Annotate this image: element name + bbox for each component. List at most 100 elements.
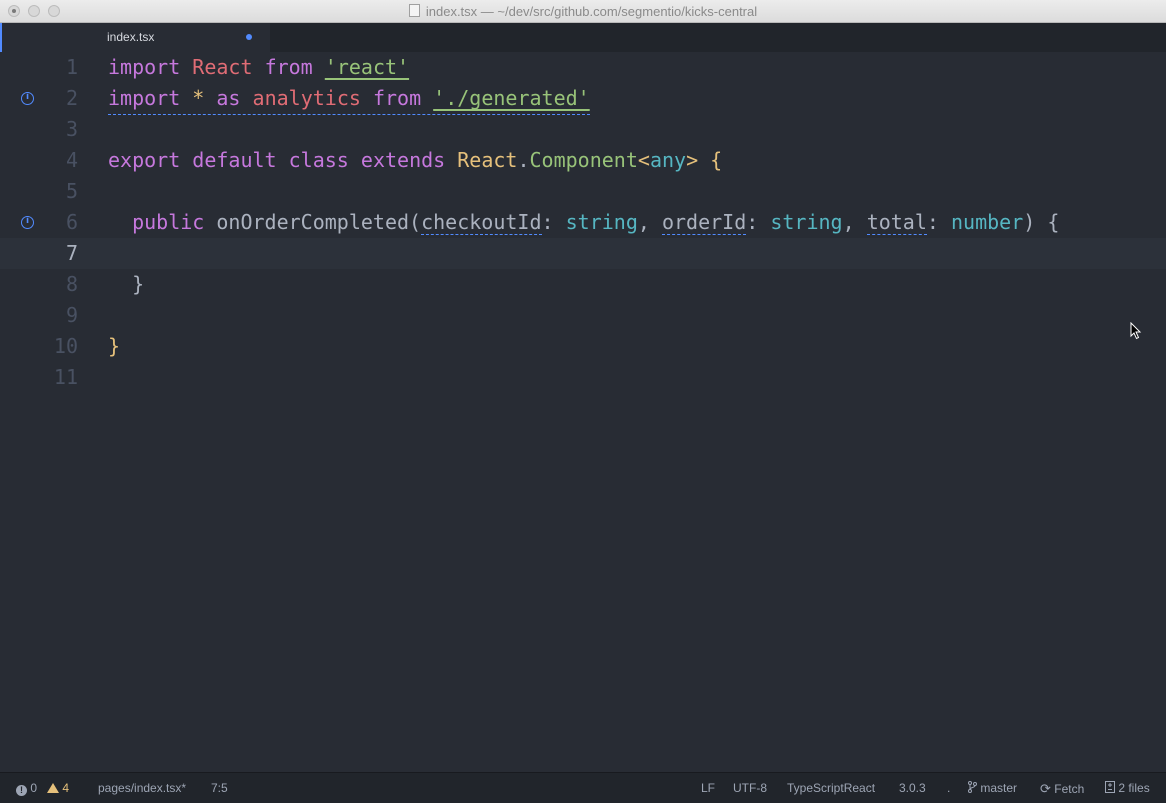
encoding[interactable]: UTF-8	[733, 781, 767, 795]
error-count: 0	[30, 781, 38, 795]
fetch-button[interactable]: ⟳ Fetch	[1040, 781, 1084, 797]
window-title: index.tsx — ~/dev/src/github.com/segment…	[0, 4, 1166, 19]
keyword: as	[216, 86, 241, 110]
git-branch[interactable]: master	[968, 781, 1017, 795]
punctuation: (	[409, 210, 422, 234]
sync-icon: ⟳	[1040, 781, 1051, 796]
parameter: checkoutId	[421, 210, 542, 235]
error-icon: !	[16, 785, 27, 796]
keyword: export	[108, 148, 181, 172]
code-text[interactable]: import * as analytics from './generated'	[108, 83, 590, 115]
document-icon	[408, 4, 420, 17]
keyword: public	[132, 210, 205, 234]
grammar-selector[interactable]: TypeScriptReact	[787, 781, 875, 795]
code-text[interactable]: public onOrderCompleted(checkoutId: stri…	[108, 207, 1059, 238]
window-title-text: index.tsx — ~/dev/src/github.com/segment…	[425, 4, 758, 19]
fetch-label: Fetch	[1054, 782, 1085, 796]
code-text[interactable]: }	[108, 331, 120, 362]
keyword: import	[108, 86, 181, 110]
code-line-4[interactable]: 4 export default class extends React.Com…	[0, 145, 1166, 176]
code-editor[interactable]: 1 import React from 'react' 2 import * a…	[0, 52, 1166, 772]
punctuation: )	[1023, 210, 1036, 234]
code-line-11[interactable]: 11	[0, 362, 1166, 393]
cursor-position[interactable]: 7:5	[211, 781, 228, 795]
changed-files-count: 2 files	[1118, 781, 1150, 795]
line-ending[interactable]: LF	[701, 781, 715, 795]
code-line-9[interactable]: 9	[0, 300, 1166, 331]
keyword: default	[192, 148, 277, 172]
code-text[interactable]: }	[108, 269, 144, 300]
code-line-3[interactable]: 3	[0, 114, 1166, 145]
code-line-2[interactable]: 2 import * as analytics from './generate…	[0, 83, 1166, 115]
line-number: 5	[65, 179, 78, 203]
punctuation: :	[746, 210, 759, 234]
code-line-5[interactable]: 5	[0, 176, 1166, 207]
keyword: from	[264, 55, 313, 79]
active-tab-indicator	[0, 23, 2, 52]
type-name: any	[649, 148, 687, 172]
tab-index-tsx[interactable]: index.tsx	[0, 23, 270, 52]
line-number: 2	[65, 86, 78, 110]
line-number: 7	[65, 241, 78, 265]
parameter: orderId	[661, 210, 747, 235]
function-name: onOrderCompleted	[216, 210, 410, 234]
keyword: class	[288, 148, 349, 172]
line-number: 6	[65, 210, 78, 234]
punctuation: ,	[637, 210, 650, 234]
brace: {	[710, 148, 723, 172]
type-name: number	[951, 210, 1024, 234]
line-number: 10	[53, 334, 78, 358]
line-number: 3	[65, 117, 78, 141]
punctuation: .	[517, 148, 530, 172]
file-path[interactable]: pages/index.tsx*	[98, 781, 186, 795]
code-line-7[interactable]: 7	[0, 238, 1166, 269]
string-literal: './generated'	[433, 86, 590, 110]
keyword: extends	[360, 148, 446, 172]
line-number: 11	[53, 365, 78, 389]
branch-name: master	[980, 781, 1018, 795]
punctuation: :	[541, 210, 554, 234]
type-name: string	[770, 210, 843, 234]
brace: }	[132, 272, 145, 296]
punctuation: >	[686, 148, 699, 172]
parameter: total	[866, 210, 927, 235]
diff-icon	[1105, 781, 1115, 793]
identifier: Component	[529, 148, 638, 172]
keyword: from	[372, 86, 422, 110]
code-line-10[interactable]: 10 }	[0, 331, 1166, 362]
identifier: React	[457, 148, 518, 172]
warning-icon	[47, 783, 60, 793]
status-bar: ! 0 4 pages/index.tsx* 7:5 LF UTF-8 Type…	[0, 772, 1166, 803]
string-literal: 'react'	[324, 55, 410, 79]
line-number: 9	[65, 303, 78, 327]
punctuation: :	[926, 210, 939, 234]
modified-dot-icon[interactable]	[246, 34, 252, 40]
line-number: 1	[65, 55, 78, 79]
punctuation: <	[637, 148, 650, 172]
window-titlebar: index.tsx — ~/dev/src/github.com/segment…	[0, 0, 1166, 23]
brace: {	[1047, 210, 1060, 234]
identifier: analytics	[252, 86, 361, 110]
code-text[interactable]: import React from 'react'	[108, 52, 409, 83]
identifier: React	[192, 55, 253, 79]
status-dot: .	[947, 781, 951, 795]
problems-indicator[interactable]: ! 0 4	[16, 781, 69, 796]
changed-files[interactable]: 2 files	[1105, 781, 1150, 795]
punctuation: ,	[842, 210, 855, 234]
tab-label: index.tsx	[107, 30, 155, 44]
code-line-6[interactable]: 6 public onOrderCompleted(checkoutId: st…	[0, 207, 1166, 238]
warning-count: 4	[62, 781, 70, 795]
brace: }	[108, 334, 121, 358]
star-operator: *	[192, 86, 205, 110]
keyword: import	[108, 55, 181, 79]
line-number: 4	[65, 148, 78, 172]
mouse-pointer-icon	[1130, 322, 1142, 340]
code-text[interactable]: export default class extends React.Compo…	[108, 145, 722, 176]
type-name: string	[565, 210, 638, 234]
tab-bar: index.tsx	[0, 23, 1166, 53]
git-branch-icon	[968, 781, 977, 793]
code-line-8[interactable]: 8 }	[0, 269, 1166, 300]
typescript-version[interactable]: 3.0.3	[899, 781, 926, 795]
code-line-1[interactable]: 1 import React from 'react'	[0, 52, 1166, 83]
current-line-marker	[0, 238, 10, 269]
